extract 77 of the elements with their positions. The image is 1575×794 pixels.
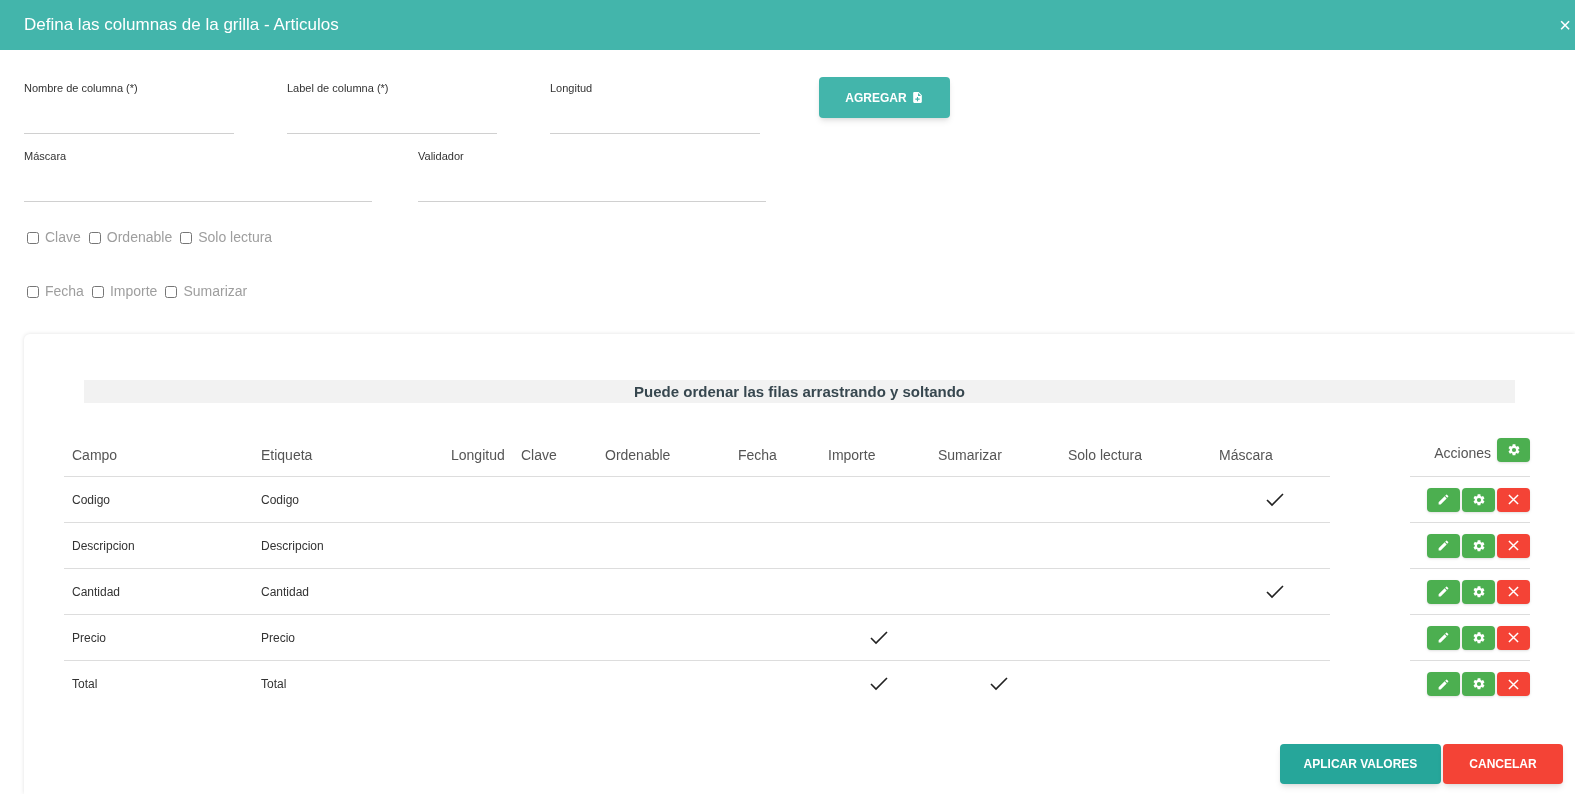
table-cell-text: Total [261, 676, 287, 693]
table-cell-text: Descripcion [72, 537, 135, 555]
checkbox-label: Solo lectura [198, 228, 273, 247]
table-cell-text: Precio [72, 629, 106, 647]
pencil-icon [1437, 539, 1450, 552]
action-button[interactable]: CANCELAR [1443, 744, 1563, 784]
checkbox[interactable] [180, 231, 193, 244]
table-cell-text: Descripcion [261, 537, 324, 555]
gear-icon [1471, 584, 1486, 599]
gear-icon [1471, 538, 1486, 553]
field-label: Label de columna (*) [287, 81, 390, 96]
delete-button[interactable] [1497, 625, 1530, 650]
file-plus-icon [910, 91, 924, 104]
close-icon [1508, 540, 1519, 551]
table-cell-text: Precio [261, 629, 295, 647]
table-cell-text: Codigo [72, 491, 111, 509]
gear-icon [1506, 443, 1521, 457]
checkbox[interactable] [165, 285, 178, 298]
settings-button[interactable] [1462, 625, 1495, 650]
column-header: Máscara [1219, 447, 1273, 463]
field-label: Longitud [550, 81, 594, 96]
column-header: Sumarizar [938, 447, 1002, 463]
settings-button[interactable] [1462, 672, 1495, 696]
checkbox[interactable] [91, 285, 104, 298]
close-icon [1508, 494, 1519, 505]
pencil-icon [1437, 631, 1450, 644]
add-button[interactable]: AGREGAR [819, 77, 950, 118]
edit-button[interactable] [1427, 487, 1460, 512]
column-header: Ordenable [605, 447, 671, 463]
column-header: Acciones [1434, 444, 1491, 463]
checkbox[interactable] [27, 285, 39, 298]
close-button[interactable]: × [1559, 15, 1571, 35]
column-header: Campo [72, 447, 118, 463]
table-cell-text: Codigo [261, 491, 300, 509]
edit-button[interactable] [1427, 579, 1460, 604]
field-label: Nombre de columna (*) [24, 81, 139, 96]
table-cell-text: Cantidad [261, 583, 310, 601]
pencil-icon [1437, 677, 1450, 691]
field-label: Validador [418, 149, 465, 164]
delete-button[interactable] [1497, 579, 1530, 604]
close-icon [1508, 586, 1519, 597]
settings-button[interactable] [1462, 579, 1495, 604]
close-icon [1508, 678, 1519, 690]
field-label: Máscara [24, 149, 68, 164]
checkbox-label: Ordenable [106, 228, 173, 247]
action-button[interactable]: APLICAR VALORES [1280, 744, 1441, 784]
delete-button[interactable] [1497, 487, 1530, 512]
gear-icon [1471, 630, 1486, 645]
delete-button[interactable] [1497, 533, 1530, 558]
table-hint: Puede ordenar las filas arrastrando y soltando [84, 380, 1515, 403]
edit-button[interactable] [1427, 533, 1460, 558]
checkbox[interactable] [27, 231, 39, 244]
settings-button[interactable] [1462, 533, 1495, 558]
column-header: Clave [521, 447, 557, 463]
close-icon [1508, 632, 1519, 643]
settings-button[interactable] [1462, 487, 1495, 512]
pencil-icon [1437, 493, 1450, 506]
gear-icon [1471, 677, 1486, 691]
pencil-icon [1437, 585, 1450, 598]
checkbox-label: Clave [45, 228, 81, 247]
table-cell-text: Cantidad [72, 583, 121, 601]
settings-button[interactable] [1497, 438, 1530, 462]
table-cell-text: Total [72, 676, 98, 693]
delete-button[interactable] [1497, 672, 1530, 696]
gear-icon [1471, 492, 1486, 507]
checkbox-label: Importe [109, 282, 158, 301]
column-header: Longitud [451, 447, 505, 463]
edit-button[interactable] [1427, 672, 1460, 696]
checkbox[interactable] [88, 231, 101, 244]
column-header: Fecha [738, 447, 777, 463]
checkbox-label: Fecha [45, 282, 84, 301]
column-header: Solo lectura [1068, 447, 1142, 463]
column-header: Importe [828, 447, 876, 463]
column-header: Etiqueta [261, 447, 313, 463]
checkbox-label: Sumarizar [183, 282, 248, 301]
dialog-title: Defina las columnas de la grilla - Articulos [24, 14, 339, 37]
edit-button[interactable] [1427, 625, 1460, 650]
